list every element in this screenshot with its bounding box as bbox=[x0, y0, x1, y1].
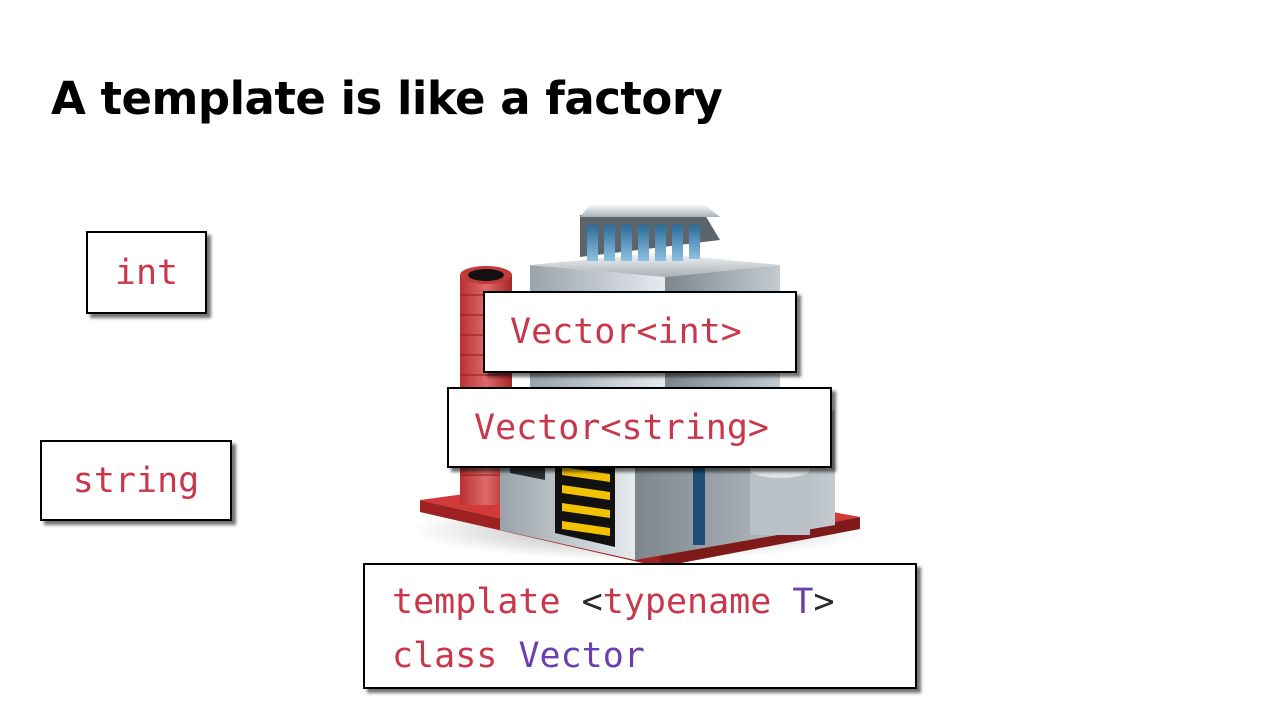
string-type-box: string bbox=[40, 440, 232, 521]
int-label: int bbox=[114, 252, 179, 293]
class-name: Vector bbox=[518, 636, 645, 676]
vector-int-box: Vector<int> bbox=[483, 291, 797, 373]
factory-building-icon bbox=[410, 205, 870, 567]
code-line-2: class Vector bbox=[392, 629, 915, 683]
close-angle: > bbox=[813, 582, 835, 622]
template-code-box: template <typename T> class Vector bbox=[363, 563, 917, 689]
vector-int-label: Vector<int> bbox=[510, 312, 742, 352]
type-param: T bbox=[792, 582, 814, 622]
int-type-box: int bbox=[86, 231, 207, 314]
open-angle: < bbox=[581, 582, 603, 622]
vector-string-box: Vector<string> bbox=[447, 387, 832, 468]
string-label: string bbox=[72, 460, 200, 501]
slide-title: A template is like a factory bbox=[51, 72, 723, 125]
template-keyword: template bbox=[392, 582, 561, 622]
vector-string-label: Vector<string> bbox=[474, 407, 770, 448]
code-line-1: template <typename T> bbox=[392, 575, 915, 629]
class-keyword: class bbox=[392, 636, 498, 676]
typename-keyword: typename bbox=[602, 582, 772, 622]
